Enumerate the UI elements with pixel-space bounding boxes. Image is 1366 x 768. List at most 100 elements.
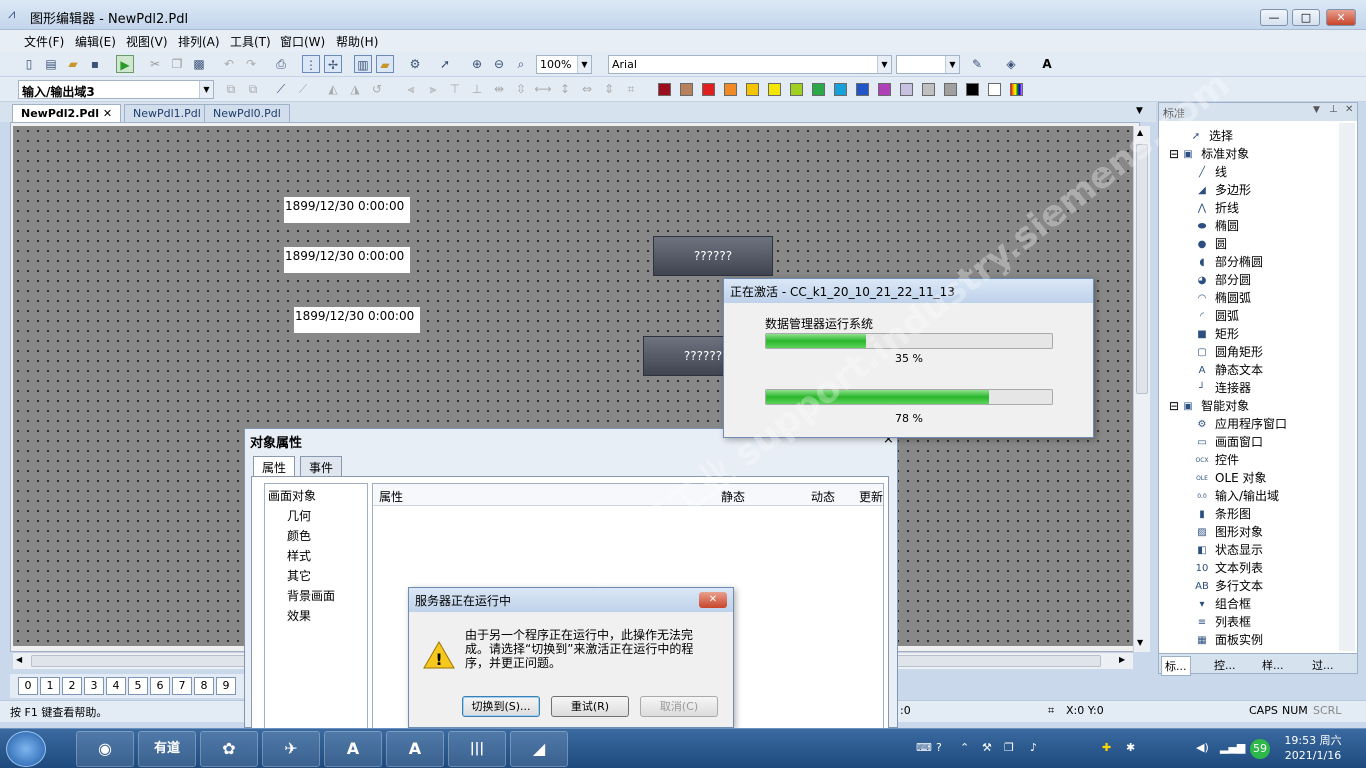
page-button[interactable]: 7 (172, 677, 192, 695)
palette-item[interactable]: 0.0 输入/输出域 (1195, 487, 1279, 504)
minimize-button[interactable]: — (1260, 9, 1288, 26)
page-button[interactable]: 8 (194, 677, 214, 695)
color-swatch[interactable] (922, 83, 935, 96)
page-button[interactable]: 4 (106, 677, 126, 695)
help-cursor-icon[interactable]: ➚ (436, 55, 454, 73)
align-left-icon[interactable]: ⫷ (402, 80, 420, 98)
clock[interactable]: 19:53 周六 2021/1/16 (1284, 733, 1342, 763)
line-color-icon[interactable]: ✎ (968, 55, 986, 73)
library-icon[interactable]: ▰ (376, 55, 394, 73)
properties-icon[interactable]: ▥ (354, 55, 372, 73)
close-button[interactable]: ✕ (1326, 9, 1356, 26)
maximize-button[interactable]: □ (1292, 9, 1320, 26)
close-button[interactable]: ✕ (699, 592, 727, 608)
tab-controls[interactable]: 控... (1211, 656, 1239, 674)
color-swatch[interactable] (966, 83, 979, 96)
tab-properties[interactable]: 属性 (253, 456, 296, 476)
palette-item[interactable]: ▢ 圆角矩形 (1195, 343, 1263, 360)
signal-icon[interactable]: ▂▄▆ (1220, 741, 1245, 754)
column-header[interactable]: 属性 (379, 488, 403, 505)
scroll-thumb[interactable] (1136, 144, 1148, 394)
fill-color-icon[interactable]: ◈ (1002, 55, 1020, 73)
palette-item[interactable]: ⊟ ▣ 智能对象 (1169, 397, 1249, 414)
palette-item[interactable]: ▨ 图形对象 (1195, 523, 1263, 540)
tree-item[interactable]: 背景画面 (287, 587, 335, 604)
center-v-icon[interactable]: ⇳ (512, 80, 530, 98)
scroll-down-icon[interactable]: ▼ (1137, 638, 1143, 647)
grid-icon[interactable]: ⋮ (302, 55, 320, 73)
tree-item[interactable]: 样式 (287, 547, 311, 564)
pin-icon[interactable]: ⊥ (1329, 104, 1338, 115)
tree-item[interactable]: 其它 (287, 567, 311, 584)
taskbar-app[interactable]: ◢ (510, 731, 568, 767)
page-button[interactable]: 6 (150, 677, 170, 695)
color-swatch[interactable] (856, 83, 869, 96)
color-swatch[interactable] (900, 83, 913, 96)
palette-item[interactable]: ┘ 连接器 (1195, 379, 1251, 396)
spread-h-icon[interactable]: ⟷ (534, 80, 552, 98)
taskbar-app[interactable]: A (324, 731, 382, 767)
taskbar-app[interactable]: A (386, 731, 444, 767)
menu-file[interactable]: 文件(F) (24, 33, 64, 50)
flip-h-icon[interactable]: ◭ (324, 80, 342, 98)
tree-item[interactable]: 颜色 (287, 527, 311, 544)
same-width-icon[interactable]: ⇔ (578, 80, 596, 98)
color-swatch[interactable] (680, 83, 693, 96)
ungroup-icon[interactable]: ⧉ (244, 80, 262, 98)
palette-item[interactable]: OCX 控件 (1195, 451, 1239, 468)
palette-item[interactable]: ╱ 线 (1195, 163, 1227, 180)
color-swatch[interactable] (658, 83, 671, 96)
flip-v-icon[interactable]: ◮ (346, 80, 364, 98)
color-swatch[interactable] (812, 83, 825, 96)
disconnect-icon[interactable]: ⟋ (294, 80, 312, 98)
zoom-fit-icon[interactable]: ⌕ (512, 55, 530, 73)
taskbar-app[interactable]: ✿ (200, 731, 258, 767)
menu-tools[interactable]: 工具(T) (230, 33, 271, 50)
taskbar-app[interactable]: ||| (448, 731, 506, 767)
column-header[interactable]: 更新 (859, 488, 883, 505)
scroll-right-icon[interactable]: ▶ (1119, 655, 1125, 664)
tab-newpdl0[interactable]: NewPdl0.Pdl (204, 104, 290, 122)
cut-icon[interactable]: ✂ (146, 55, 164, 73)
tab-standard[interactable]: 标... (1161, 656, 1191, 676)
tree-item[interactable]: 几何 (287, 507, 311, 524)
palette-item[interactable]: ⬬ 椭圆 (1195, 217, 1239, 234)
same-size-icon[interactable]: ⌗ (622, 80, 640, 98)
chevron-down-icon[interactable]: ▼ (199, 81, 213, 98)
palette-item[interactable]: 10 文本列表 (1195, 559, 1263, 576)
tab-newpdl1[interactable]: NewPdl1.Pdl (124, 104, 210, 122)
palette-item[interactable]: AB 多行文本 (1195, 577, 1263, 594)
undo-icon[interactable]: ↶ (220, 55, 238, 73)
palette-item[interactable]: ▮ 条形图 (1195, 505, 1251, 522)
group-icon[interactable]: ⧉ (222, 80, 240, 98)
palette-item[interactable]: ◠ 椭圆弧 (1195, 289, 1251, 306)
io-field-date[interactable]: 1899/12/30 0:00:00 (293, 306, 421, 334)
color-swatch[interactable] (834, 83, 847, 96)
zoom-select[interactable]: 100% ▼ (536, 55, 592, 74)
notification-badge[interactable]: 59 (1250, 739, 1270, 759)
palette-item[interactable]: A 静态文本 (1195, 361, 1263, 378)
menu-arrange[interactable]: 排列(A) (178, 33, 220, 50)
tab-filters[interactable]: 过... (1309, 656, 1337, 674)
palette-item[interactable]: OLE OLE 对象 (1195, 469, 1266, 486)
object-icon[interactable]: ⚙ (406, 55, 424, 73)
menu-edit[interactable]: 编辑(E) (75, 33, 116, 50)
redo-icon[interactable]: ↷ (242, 55, 260, 73)
print-icon[interactable]: ⎙ (272, 55, 290, 73)
menu-help[interactable]: 帮助(H) (336, 33, 378, 50)
object-select[interactable]: 输入/输出域3 ▼ (18, 80, 214, 99)
bluetooth-icon[interactable]: ✱ (1126, 741, 1135, 754)
palette-item[interactable]: ◕ 部分圆 (1195, 271, 1251, 288)
help-icon[interactable]: ? (936, 741, 942, 754)
menu-view[interactable]: 视图(V) (126, 33, 168, 50)
paste-icon[interactable]: ▩ (190, 55, 208, 73)
column-header[interactable]: 动态 (811, 488, 835, 505)
color-swatch[interactable] (702, 83, 715, 96)
zoom-out-icon[interactable]: ⊖ (490, 55, 508, 73)
retry-button[interactable]: 重试(R) (551, 696, 629, 717)
font-color-icon[interactable]: A (1038, 55, 1056, 73)
palette-item[interactable]: ⊟ ▣ 标准对象 (1169, 145, 1249, 162)
cancel-button[interactable]: 取消(C) (640, 696, 718, 717)
chevron-down-icon[interactable]: ▼ (577, 56, 591, 73)
tab-styles[interactable]: 样... (1259, 656, 1287, 674)
